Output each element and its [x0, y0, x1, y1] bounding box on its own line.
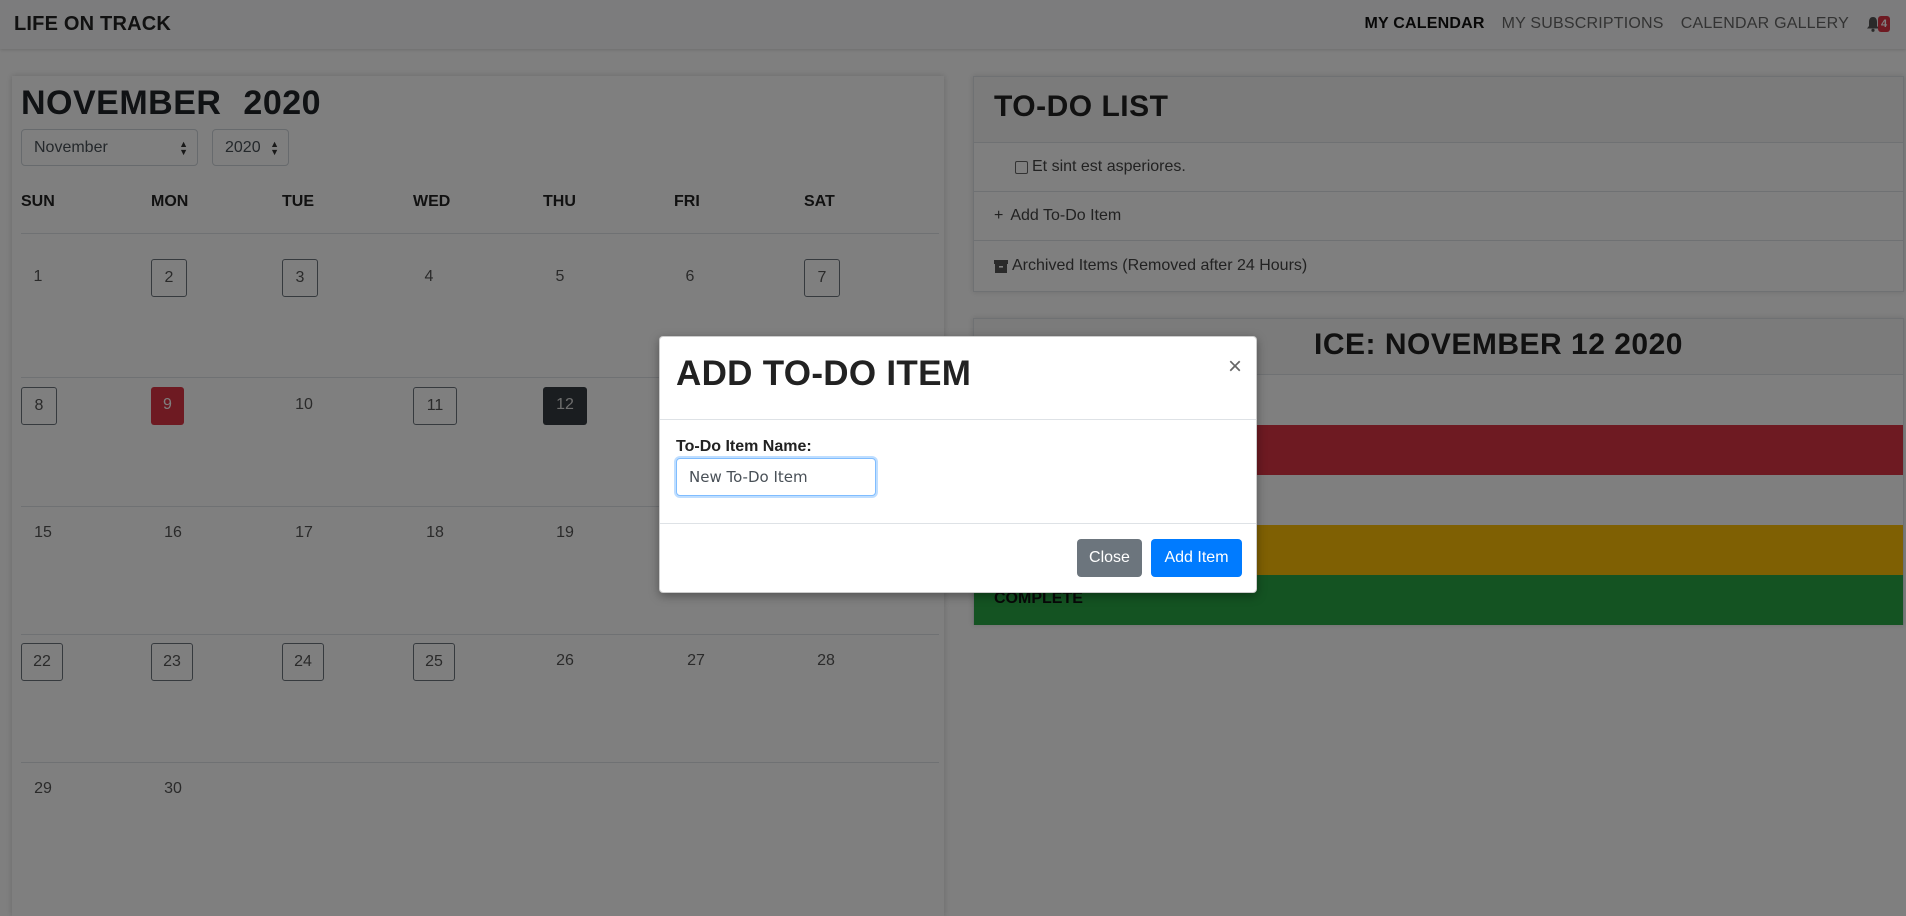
modal-title: ADD TO-DO ITEM [676, 354, 972, 393]
close-icon[interactable]: × [1228, 355, 1242, 379]
modal-header: ADD TO-DO ITEM × [660, 337, 1256, 420]
todo-name-input[interactable] [676, 458, 876, 496]
close-button[interactable]: Close [1077, 539, 1142, 577]
todo-name-label: To-Do Item Name: [676, 438, 812, 455]
add-item-button[interactable]: Add Item [1151, 539, 1242, 577]
add-todo-modal: ADD TO-DO ITEM × To-Do Item Name: Close … [659, 336, 1257, 593]
modal-footer: Close Add Item [660, 524, 1256, 592]
modal-body: To-Do Item Name: [660, 420, 1256, 524]
